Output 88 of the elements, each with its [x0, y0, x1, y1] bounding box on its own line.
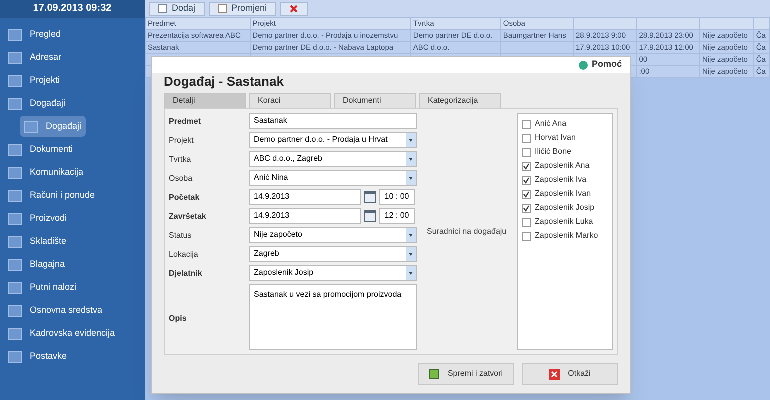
dropdown[interactable]: Zagreb	[249, 246, 417, 262]
field-label: Status	[169, 230, 193, 242]
info-icon	[578, 60, 588, 70]
dropdown[interactable]: Zaposlenik Josip	[249, 265, 417, 281]
tile-icon	[8, 144, 22, 156]
tile-icon	[8, 236, 22, 248]
dropdown[interactable]: Nije započeto	[249, 227, 417, 243]
cancel-button[interactable]: Otkaži	[522, 363, 618, 385]
checkbox-label: Zaposlenik Iva	[535, 174, 587, 186]
tab[interactable]: Detalji	[164, 93, 246, 108]
field-label: Opis	[169, 312, 188, 324]
tile-icon	[24, 120, 38, 132]
field-label: Predmet	[169, 116, 202, 128]
checkbox-label: Zaposlenik Luka	[535, 216, 594, 228]
checkbox-label: Anić Ana	[535, 118, 567, 130]
field-label: Završetak	[169, 211, 208, 223]
calendar-icon[interactable]	[364, 191, 376, 203]
checkbox[interactable]	[522, 190, 531, 198]
toolbar-button[interactable]: Promjeni	[208, 2, 276, 16]
sidebar-item[interactable]: Osnovna sredstva	[4, 300, 107, 321]
sidebar-item[interactable]: Proizvodi	[4, 208, 72, 229]
time-field[interactable]: 10 : 00	[379, 189, 415, 205]
checkbox[interactable]	[522, 148, 531, 156]
sidebar-item[interactable]: Skladište	[4, 231, 71, 252]
checkbox-label: Zaposlenik Josip	[535, 202, 595, 214]
delete-button[interactable]	[280, 2, 308, 16]
checkbox[interactable]	[522, 120, 531, 128]
tab[interactable]: Kategorizacija	[419, 93, 501, 108]
sidebar-item[interactable]: Adresar	[4, 47, 66, 68]
tile-icon	[8, 28, 22, 40]
close-icon	[549, 368, 560, 380]
sidebar-item[interactable]: Blagajna	[4, 254, 70, 275]
sidebar-item[interactable]: Postavke	[4, 346, 72, 367]
date-time: 17.09.2013 09:32	[0, 0, 145, 18]
dropdown[interactable]: Anić Nina	[249, 170, 417, 186]
sidebar-item[interactable]: Projekti	[4, 70, 64, 91]
tile-icon	[8, 74, 22, 86]
sidebar-item[interactable]: Događaji	[20, 116, 86, 137]
text-area[interactable]: Sastanak u vezi sa promocijom proizvoda	[249, 284, 417, 350]
checkbox[interactable]	[522, 162, 531, 170]
tile-icon	[8, 304, 22, 316]
sidebar-item[interactable]: Kadrovska evidencija	[4, 323, 120, 344]
tile-icon	[8, 328, 22, 340]
checkbox[interactable]	[522, 218, 531, 226]
sidebar-item[interactable]: Pregled	[4, 24, 66, 45]
tab[interactable]: Koraci	[249, 93, 331, 108]
field-label: Suradnici na događaju	[427, 226, 507, 238]
date-field[interactable]: 14.9.2013	[249, 208, 361, 224]
cross-icon	[289, 4, 300, 14]
checkbox-label: Zaposlenik Ana	[535, 160, 590, 172]
tab[interactable]: Dokumenti	[334, 93, 416, 108]
checkbox-label: Iličić Bone	[535, 146, 572, 158]
tile-icon	[8, 190, 22, 202]
tile-icon	[8, 212, 22, 224]
checkbox-label: Zaposlenik Marko	[535, 230, 598, 242]
text-field[interactable]: Sastanak	[249, 113, 417, 129]
field-label: Osoba	[169, 173, 194, 185]
field-label: Projekt	[169, 135, 195, 147]
sidebar-item[interactable]: Događaji	[4, 93, 70, 114]
dropdown[interactable]: ABC d.o.o., Zagreb	[249, 151, 417, 167]
tile-icon	[8, 52, 22, 64]
tile-icon	[8, 258, 22, 270]
field-label: Lokacija	[169, 249, 200, 261]
tile-icon	[8, 166, 22, 178]
toolbar-button[interactable]: Dodaj	[149, 2, 205, 16]
tile-icon	[8, 282, 22, 294]
sidebar-item[interactable]: Putni nalozi	[4, 277, 81, 298]
checkbox[interactable]	[522, 232, 531, 240]
help-button[interactable]: Pomoć	[578, 58, 622, 72]
tile-icon	[8, 98, 22, 110]
time-field[interactable]: 12 : 00	[379, 208, 415, 224]
checkbox-label: Horvat Ivan	[535, 132, 576, 144]
checkbox[interactable]	[522, 176, 531, 184]
sidebar-item[interactable]: Dokumenti	[4, 139, 78, 160]
tile-icon	[8, 350, 22, 362]
sidebar-item[interactable]: Računi i ponude	[4, 185, 100, 206]
sidebar-item[interactable]: Komunikacija	[4, 162, 88, 183]
save-button[interactable]: Spremi i zatvori	[418, 363, 514, 385]
dropdown[interactable]: Demo partner d.o.o. - Prodaja u Hrvat	[249, 132, 417, 148]
checkbox[interactable]	[522, 204, 531, 212]
dialog-title: Događaj - Sastanak	[163, 73, 285, 91]
field-label: Tvrtka	[169, 154, 192, 166]
date-field[interactable]: 14.9.2013	[249, 189, 361, 205]
checkbox-label: Zaposlenik Ivan	[535, 188, 592, 200]
checkbox[interactable]	[522, 134, 531, 142]
field-label: Djelatnik	[169, 268, 204, 280]
field-label: Početak	[169, 192, 201, 204]
calendar-icon[interactable]	[364, 210, 376, 222]
